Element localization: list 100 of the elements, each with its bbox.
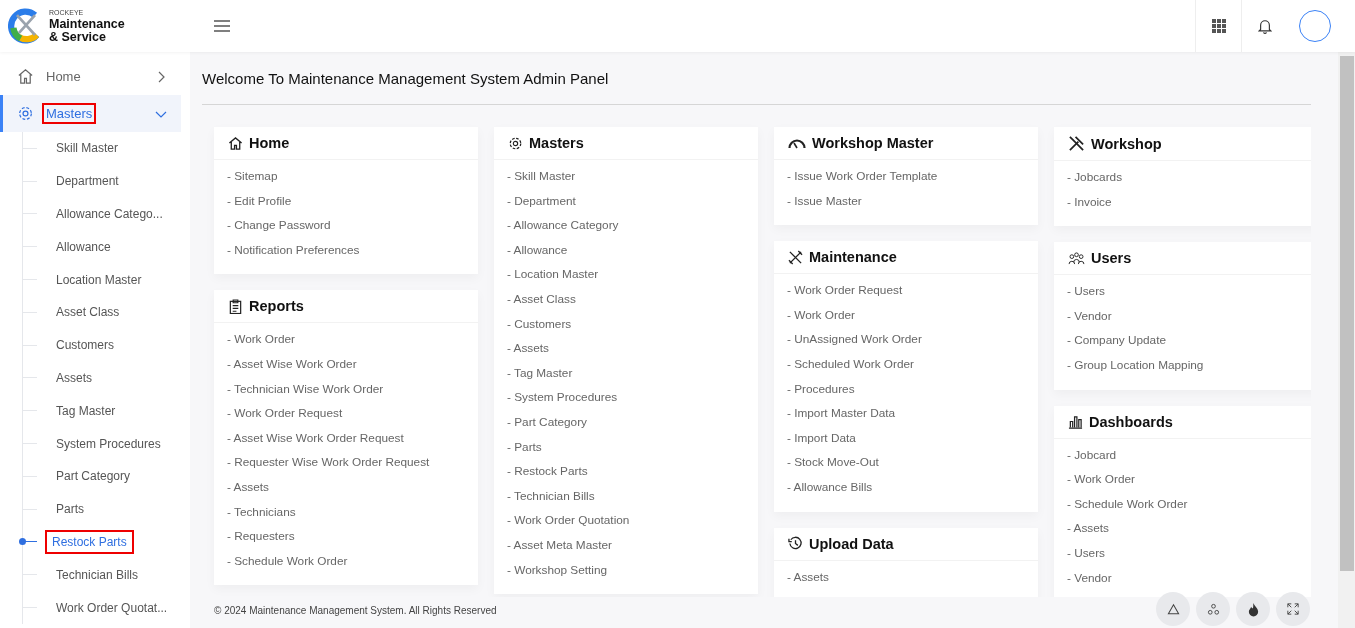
footer-text: © 2024 Maintenance Management System. All Rights Reserved (214, 605, 497, 616)
card-link[interactable]: - Customers (507, 311, 572, 337)
card-link[interactable]: - Technicians (227, 499, 296, 525)
card-link[interactable]: - Jobcards (1067, 165, 1123, 190)
scrollbar[interactable] (1338, 52, 1355, 628)
card-title: Reports (249, 298, 304, 315)
card-link[interactable]: - Assets (1067, 516, 1109, 541)
card-link[interactable]: - Vendor (1067, 565, 1112, 591)
nodes-button[interactable] (1196, 592, 1230, 626)
bell-icon (1257, 18, 1272, 34)
card-link[interactable]: - Company Update (1067, 328, 1166, 353)
card-link[interactable]: - Part Category (507, 409, 587, 435)
card-link[interactable]: - Work Order (1067, 467, 1135, 492)
apps-button[interactable] (1195, 0, 1241, 52)
card-link[interactable]: - Work Order (227, 327, 295, 352)
settings-icon (17, 105, 34, 122)
card-link[interactable]: - Schedule Work Order (227, 548, 348, 574)
card-link[interactable]: - Procedures (787, 376, 855, 402)
nav-subitem[interactable]: Part Category (52, 466, 135, 487)
nav-subitem[interactable]: Allowance (52, 236, 115, 257)
tools-icon (788, 249, 803, 265)
recycle-button[interactable] (1156, 592, 1190, 626)
card-link[interactable]: - Sitemap (227, 164, 278, 189)
card-link[interactable]: - Asset Meta Master (507, 532, 612, 558)
user-avatar[interactable] (1299, 10, 1331, 42)
nav-subitem[interactable]: Assets (52, 367, 96, 388)
card-link[interactable]: - Location Master (507, 262, 599, 287)
card-link[interactable]: - Work Order Quotation (507, 508, 630, 533)
card-link[interactable]: - Allowance Bills (787, 474, 873, 500)
card-link[interactable]: - Stock Move-Out (787, 450, 879, 475)
card-link[interactable]: - Schedule Work Order (1067, 491, 1188, 517)
card-link[interactable]: - System Procedures (507, 385, 618, 410)
nav-subitem[interactable]: Tag Master (52, 400, 120, 421)
menu-icon (214, 20, 230, 32)
card-link[interactable]: - Import Data (787, 425, 856, 451)
nav-subitem[interactable]: Allowance Catego... (52, 204, 167, 224)
card-link[interactable]: - Change Password (227, 213, 331, 238)
card-link[interactable]: - Invoice (1067, 189, 1112, 215)
card-link[interactable]: - Restock Parts (507, 459, 588, 484)
card-link[interactable]: - Assets (507, 336, 549, 361)
nav-subitem[interactable]: Customers (52, 335, 118, 356)
card-link[interactable]: - Technician Wise Work Order (227, 376, 384, 402)
gauge-icon (788, 137, 806, 149)
nav-subitem[interactable]: Restock Parts (47, 531, 132, 552)
card-title: Upload Data (809, 535, 894, 552)
card-title: Home (249, 135, 290, 151)
grid-icon (1211, 19, 1226, 33)
home-icon (17, 68, 34, 85)
card-link[interactable]: - Work Order Request (227, 401, 343, 426)
card-link[interactable]: - Department (507, 188, 576, 214)
nav-subitem[interactable]: Work Order Quotat... (52, 597, 172, 618)
nav-subitem[interactable]: Location Master (52, 269, 146, 290)
page-title: Welcome To Maintenance Management System Admin Panel (202, 52, 1311, 105)
card-link[interactable]: - Import Master Data (787, 401, 896, 426)
card-link[interactable]: - Jobcard (1067, 442, 1117, 468)
clipboard-icon (228, 298, 243, 314)
brand-name: Maintenance (49, 17, 125, 31)
card-link[interactable]: - Tag Master (507, 360, 573, 386)
card-title: Maintenance (809, 249, 897, 266)
card-link[interactable]: - Asset Wise Work Order (227, 351, 357, 377)
scrollbar-thumb[interactable] (1339, 56, 1354, 571)
card-link[interactable]: - Work Order (787, 302, 855, 328)
card-link[interactable]: - Allowance Category (507, 213, 619, 238)
fire-button[interactable] (1236, 592, 1270, 626)
card-link[interactable]: - Users (1067, 540, 1105, 566)
users-icon (1068, 251, 1085, 265)
nav-subitem[interactable]: Department (52, 171, 123, 192)
card-link[interactable]: - Assets (227, 474, 269, 500)
card-link[interactable]: - Technician Bills (507, 483, 595, 509)
fullscreen-button[interactable] (1276, 592, 1310, 626)
card-link[interactable]: - Skill Master (507, 164, 576, 189)
card-title: Masters (529, 135, 584, 151)
nav-item[interactable]: Masters (0, 95, 181, 132)
card-link[interactable]: - Issue Master (787, 188, 862, 214)
card-link[interactable]: - Allowance (507, 237, 568, 263)
card-link[interactable]: - Users (1067, 279, 1105, 304)
card-link[interactable]: - Group Location Mapping (1067, 352, 1204, 378)
card-link[interactable]: - Notification Preferences (227, 237, 360, 263)
card-link[interactable]: - Vendor (1067, 303, 1112, 329)
nav-subitem[interactable]: Parts (52, 499, 88, 520)
brand-name: & Service (49, 30, 107, 44)
card-link[interactable]: - Requester Wise Work Order Request (227, 450, 430, 475)
nav-subitem[interactable]: Asset Class (52, 302, 124, 323)
card-link[interactable]: - Edit Profile (227, 188, 292, 214)
card-link[interactable]: - Asset Wise Work Order Request (227, 425, 404, 451)
expand-icon (1287, 603, 1299, 615)
card-link[interactable]: - Issue Work Order Template (787, 164, 938, 189)
card-link[interactable]: - Parts (507, 434, 542, 460)
card-link[interactable]: - Scheduled Work Order (787, 351, 914, 377)
card-link[interactable]: - Workshop Setting (507, 557, 608, 583)
flame-icon (1246, 601, 1260, 617)
card-link[interactable]: - UnAssigned Work Order (787, 327, 922, 352)
nav-subitem[interactable]: Skill Master (52, 138, 122, 159)
history-icon (788, 536, 803, 552)
card-link[interactable]: - Asset Class (507, 286, 576, 312)
card-link[interactable]: - Assets (787, 564, 829, 590)
nav-subitem[interactable]: Technician Bills (52, 564, 143, 585)
nav-subitem[interactable]: System Procedures (52, 433, 165, 454)
card-link[interactable]: - Work Order Request (787, 278, 903, 303)
card-link[interactable]: - Requesters (227, 524, 295, 549)
